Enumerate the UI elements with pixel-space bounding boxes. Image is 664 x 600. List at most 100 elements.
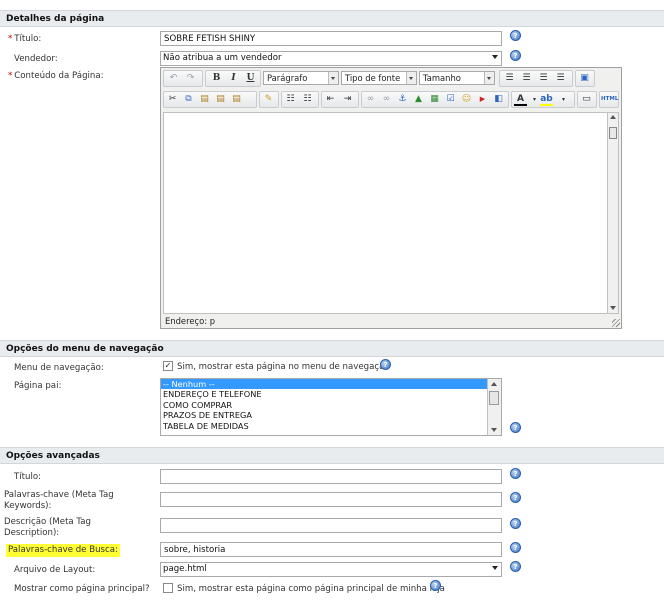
parent-page-label: Página pai:: [14, 381, 62, 391]
chevron-down-icon: [492, 566, 498, 570]
paste-text-icon[interactable]: ▤: [214, 93, 227, 106]
html-source-button[interactable]: HTML: [601, 93, 618, 106]
html-group: HTML: [599, 91, 619, 108]
align-left-icon[interactable]: ☰: [503, 72, 516, 85]
indent-icon[interactable]: ⇥: [341, 93, 354, 106]
section-page-details: Detalhes da página: [0, 10, 664, 27]
resize-handle-icon[interactable]: [612, 319, 620, 327]
font-dropdown[interactable]: Tipo de fonte: [341, 71, 417, 85]
unlink-icon[interactable]: ∞: [380, 93, 393, 106]
form-icon[interactable]: ☑: [444, 93, 457, 106]
paste-word-icon[interactable]: ▤: [230, 93, 243, 106]
section-advanced: Opções avançadas: [0, 447, 664, 464]
help-icon[interactable]: ?: [510, 518, 521, 529]
title-input[interactable]: [160, 31, 502, 46]
align-center-icon[interactable]: ☰: [520, 72, 533, 85]
editor-toolbar-row-2: ✂ ⧉ ▤ ▤ ▤ ✎ ☷ ☷ ⇤ ⇥ ∞ ∞ ⚓ ▲ ▦ ☑ ☺ ▶ ◧ A …: [163, 90, 619, 110]
highlight-color-icon[interactable]: ab: [540, 93, 553, 106]
paste-icon[interactable]: ▤: [198, 93, 211, 106]
homepage-checkbox-label: Sim, mostrar esta página como página pri…: [177, 584, 445, 594]
section-nav-menu: Opções do menu de navegação: [0, 340, 664, 357]
nav-menu-checkbox-label: Sim, mostrar esta página no menu de nave…: [177, 362, 390, 372]
help-icon[interactable]: ?: [510, 542, 521, 553]
chevron-down-icon: [484, 72, 494, 84]
size-dropdown[interactable]: Tamanho: [419, 71, 495, 85]
help-icon[interactable]: ?: [510, 492, 521, 503]
meta-description-input[interactable]: [160, 518, 502, 533]
table-icon[interactable]: ▦: [428, 93, 441, 106]
format-dropdown[interactable]: Parágrafo: [263, 71, 339, 85]
underline-icon[interactable]: U: [244, 72, 257, 85]
clipboard-group: ✂ ⧉ ▤ ▤ ▤: [163, 91, 257, 108]
help-icon[interactable]: ?: [510, 561, 521, 572]
chevron-down-icon: [406, 72, 416, 84]
help-icon[interactable]: ?: [510, 422, 521, 433]
list-item[interactable]: COMO COMPRAR: [161, 400, 501, 410]
align-right-icon[interactable]: ☰: [537, 72, 550, 85]
editor-status-bar: Endereço: p: [165, 316, 216, 326]
parent-page-list[interactable]: -- Nenhum -- ENDEREÇO E TELEFONE COMO CO…: [160, 378, 502, 436]
help-icon[interactable]: ?: [430, 580, 441, 591]
undo-icon[interactable]: ↶: [167, 72, 180, 85]
image-icon[interactable]: ▲: [412, 93, 425, 106]
list-item[interactable]: ENDEREÇO E TELEFONE: [161, 389, 501, 399]
list-group: ☷ ☷: [281, 91, 319, 108]
scroll-up-icon[interactable]: [491, 382, 497, 386]
help-icon[interactable]: ?: [510, 30, 521, 41]
meta-keywords-input[interactable]: [160, 492, 502, 507]
hr-group: ▭: [577, 91, 597, 108]
text-style-group: B I U: [205, 70, 261, 87]
bold-icon[interactable]: B: [210, 72, 223, 85]
editor-toolbar-row-1: ↶ ↷ B I U Parágrafo Tipo de fonte Tamanh…: [163, 69, 619, 89]
scrollbar-thumb[interactable]: [609, 127, 617, 139]
list-scrollbar[interactable]: [487, 379, 501, 435]
italic-icon[interactable]: I: [227, 72, 240, 85]
search-keywords-label: Palavras-chave de Busca:: [6, 544, 120, 557]
text-color-icon[interactable]: A: [514, 93, 527, 106]
horizontal-rule-icon[interactable]: ▭: [580, 93, 593, 106]
indent-group: ⇤ ⇥: [321, 91, 359, 108]
adv-title-label: Título:: [14, 472, 41, 482]
list-item[interactable]: -- Nenhum --: [161, 379, 501, 390]
insert-group: ∞ ∞ ⚓ ▲ ▦ ☑ ☺ ▶ ◧: [361, 91, 509, 108]
help-icon[interactable]: ?: [380, 359, 391, 370]
help-icon[interactable]: ?: [510, 468, 521, 479]
redo-icon[interactable]: ↷: [184, 72, 197, 85]
smiley-icon[interactable]: ☺: [460, 93, 473, 106]
list-item[interactable]: TABELA DE MEDIDAS: [161, 421, 501, 431]
link-icon[interactable]: ∞: [364, 93, 377, 106]
help-icon[interactable]: ?: [510, 50, 521, 61]
chevron-down-icon: [492, 55, 498, 59]
cut-icon[interactable]: ✂: [166, 93, 179, 106]
cleanup-group: ✎: [259, 91, 279, 108]
editor-scrollbar[interactable]: [607, 112, 619, 314]
chevron-down-icon: [328, 72, 338, 84]
scroll-down-icon[interactable]: [610, 306, 616, 310]
scroll-down-icon[interactable]: [491, 428, 497, 432]
adv-title-input[interactable]: [160, 469, 502, 484]
list-item[interactable]: PRAZOS DE ENTREGA: [161, 410, 501, 420]
fullscreen-icon[interactable]: ▣: [578, 72, 591, 85]
align-justify-icon[interactable]: ☰: [554, 72, 567, 85]
scrollbar-thumb[interactable]: [489, 391, 499, 405]
copy-icon[interactable]: ⧉: [182, 93, 195, 106]
search-keywords-input[interactable]: [160, 542, 502, 557]
youtube-icon[interactable]: ▶: [476, 93, 489, 106]
scroll-up-icon[interactable]: [610, 115, 616, 119]
brush-icon[interactable]: ✎: [262, 93, 275, 106]
anchor-icon[interactable]: ⚓: [396, 93, 409, 106]
vendor-select[interactable]: Não atribua a um vendedor: [160, 51, 502, 66]
bullet-list-icon[interactable]: ☷: [284, 93, 297, 106]
homepage-checkbox[interactable]: [163, 583, 173, 593]
outdent-icon[interactable]: ⇤: [324, 93, 337, 106]
rich-text-editor[interactable]: ↶ ↷ B I U Parágrafo Tipo de fonte Tamanh…: [160, 67, 622, 329]
meta-keywords-label: Palavras-chave (Meta Tag Keywords):: [4, 490, 114, 511]
chevron-down-icon[interactable]: ▾: [557, 93, 570, 106]
editor-content-area[interactable]: [163, 112, 609, 314]
layout-file-select[interactable]: page.html: [160, 562, 502, 577]
media-icon[interactable]: ◧: [492, 93, 505, 106]
numbered-list-icon[interactable]: ☷: [301, 93, 314, 106]
nav-menu-checkbox[interactable]: ✓: [163, 361, 173, 371]
color-group: A ▾ ab ▾: [511, 91, 575, 108]
homepage-label: Mostrar como página principal?: [14, 584, 150, 594]
